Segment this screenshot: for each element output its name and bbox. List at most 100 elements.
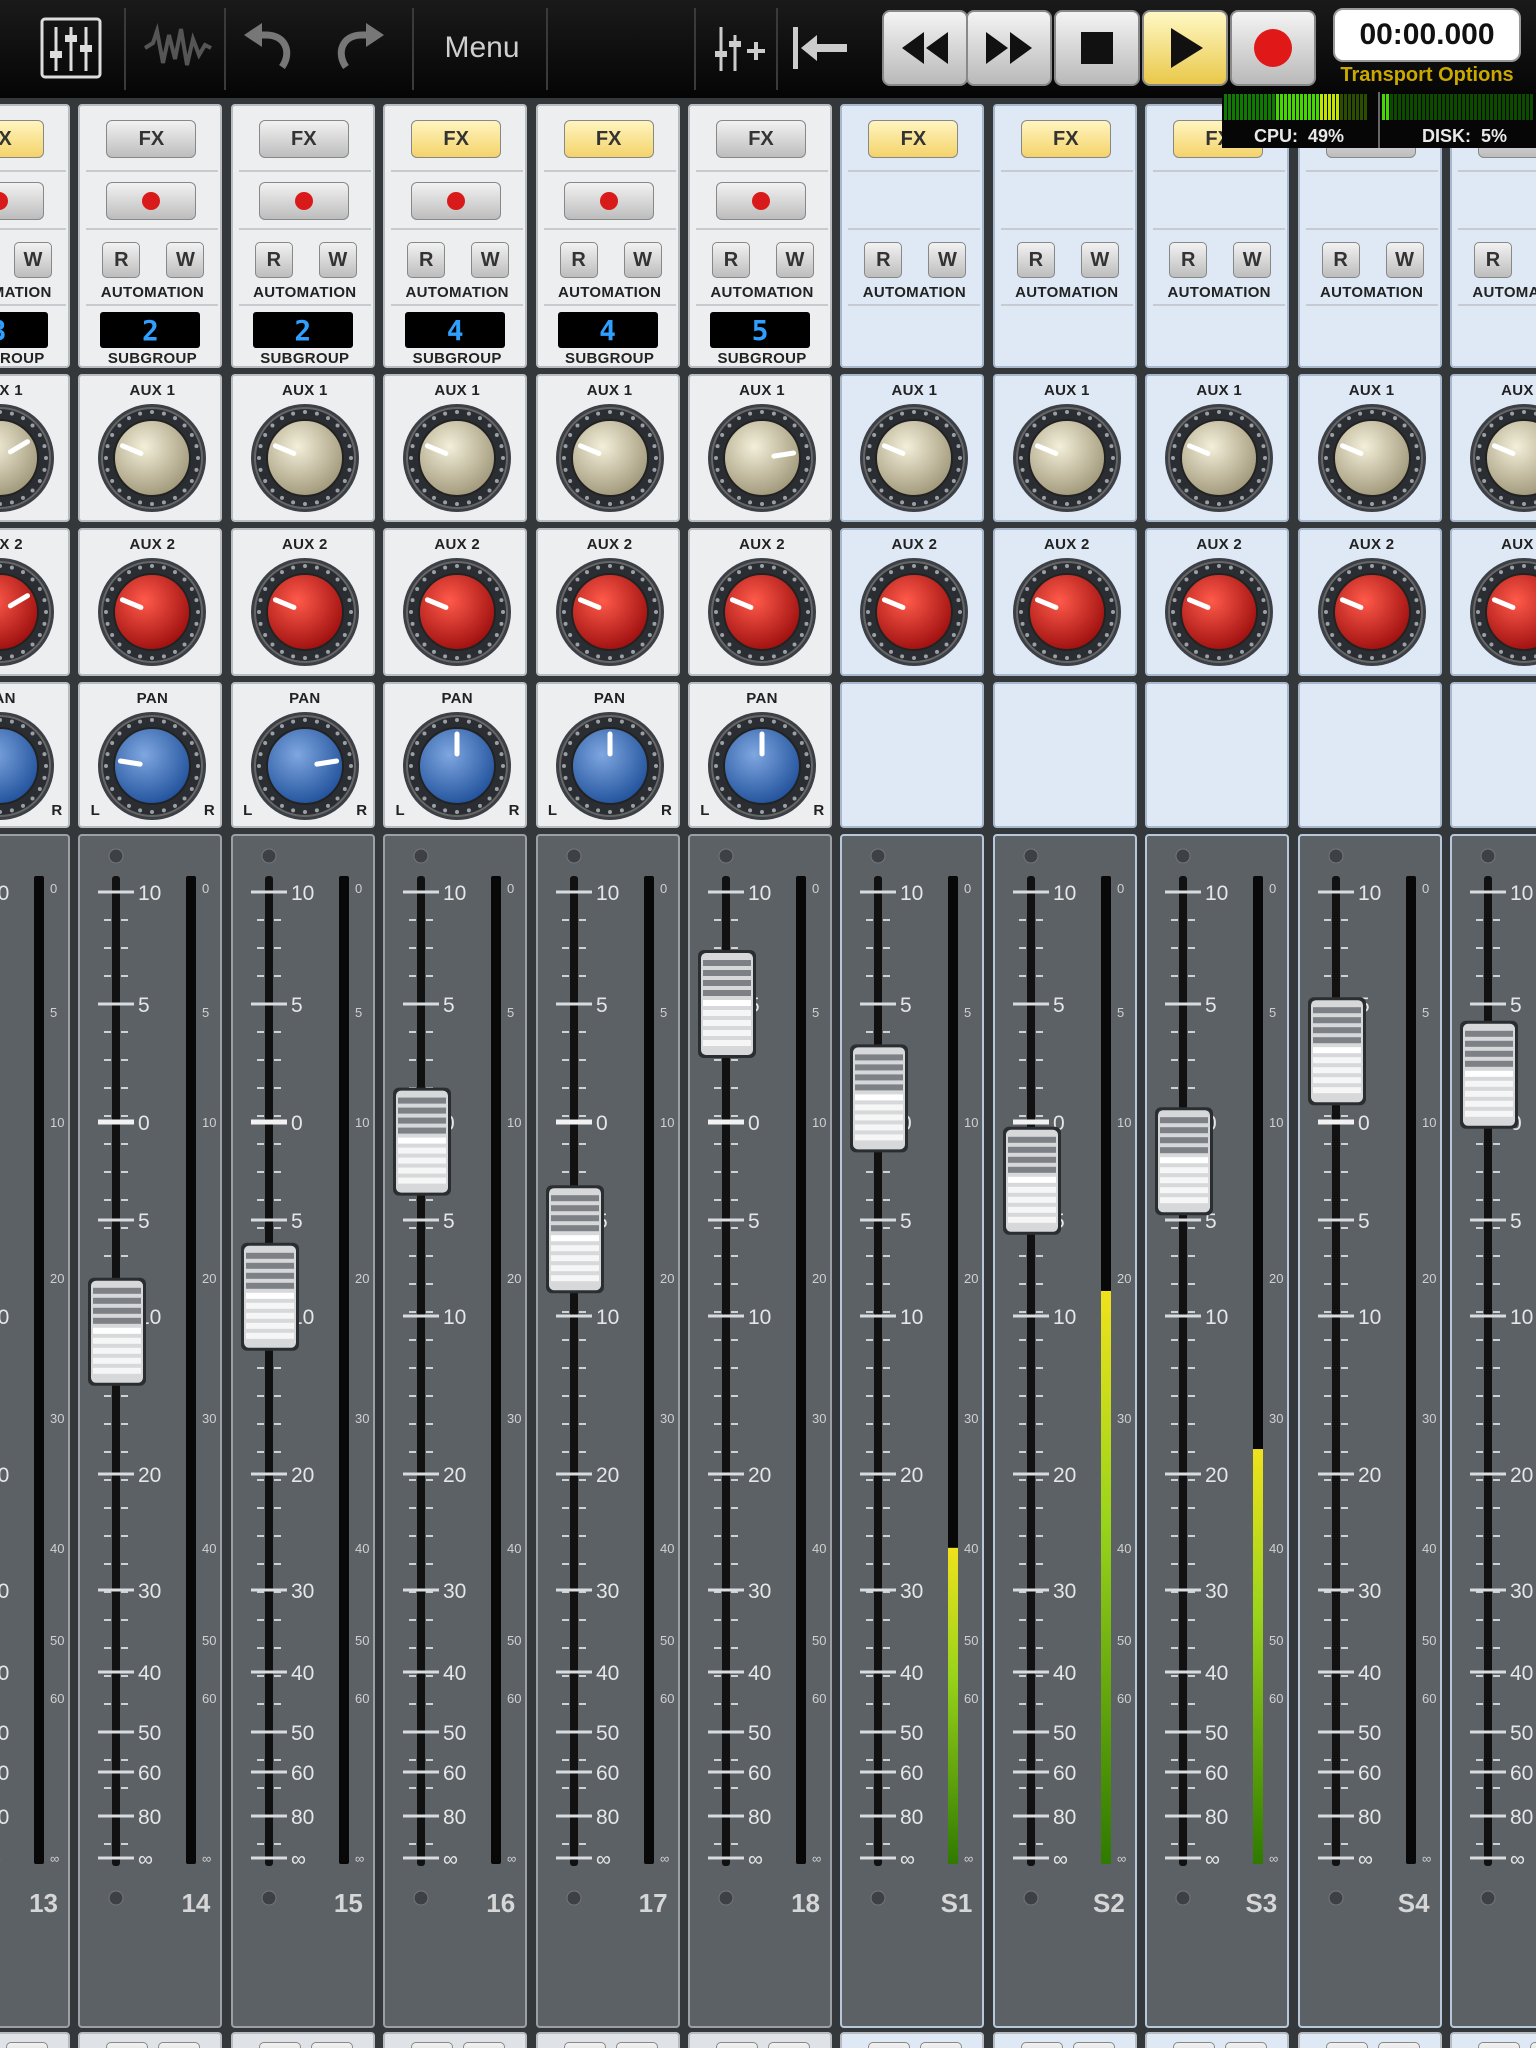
stop-button[interactable] xyxy=(1054,10,1140,86)
meter-scale-label: 20 xyxy=(1422,1271,1436,1286)
meter-scale-label: 0 xyxy=(50,881,57,896)
cpu-level-bar xyxy=(1252,94,1255,120)
mute-button[interactable]: M xyxy=(411,2042,454,2048)
fader-scale-label: 5 xyxy=(596,994,608,1017)
return-to-start-icon[interactable] xyxy=(786,6,852,90)
fader-graphic: 1050510203040506080∞05102030405060∞ xyxy=(393,848,522,1906)
fader-handle[interactable] xyxy=(850,1044,909,1153)
record-button[interactable] xyxy=(1230,10,1316,86)
mute-button[interactable]: M xyxy=(1325,2042,1368,2048)
fader-scale-label: 60 xyxy=(1358,1762,1381,1785)
disk-level-bar xyxy=(1494,94,1497,120)
cpu-label: CPU: xyxy=(1254,126,1298,146)
mute-button[interactable]: M xyxy=(258,2042,301,2048)
disk-level-bar xyxy=(1446,94,1449,120)
solo-button[interactable]: S xyxy=(6,2042,48,2048)
solo-button[interactable]: S xyxy=(310,2042,353,2048)
rewind-button[interactable] xyxy=(882,10,968,86)
disk-level-bar xyxy=(1498,94,1501,120)
disk-level-bar xyxy=(1506,94,1509,120)
disk-level-bar xyxy=(1490,94,1493,120)
fader-handle[interactable] xyxy=(545,1185,604,1294)
meter-scale-label: 30 xyxy=(50,1411,64,1426)
play-button[interactable] xyxy=(1142,10,1228,86)
waveform-icon[interactable] xyxy=(140,6,216,90)
solo-button[interactable]: S xyxy=(463,2042,506,2048)
fader-scale-label: 0 xyxy=(1358,1112,1370,1135)
fader-slot xyxy=(1179,876,1188,1866)
disk-level-bar xyxy=(1430,94,1433,120)
fader-handle[interactable] xyxy=(240,1242,299,1351)
screw-icon xyxy=(1175,1890,1191,1906)
meter-scale-label: 20 xyxy=(1269,1271,1283,1286)
cpu-level-bar xyxy=(1332,94,1335,120)
fader-scale-label: ∞ xyxy=(900,1848,915,1871)
meter-scale-label: 10 xyxy=(660,1115,674,1130)
mute-button[interactable]: M xyxy=(868,2042,911,2048)
record-icon xyxy=(1254,29,1292,67)
fader-scale-label: 10 xyxy=(1358,1306,1381,1329)
solo-button[interactable]: S xyxy=(1377,2042,1420,2048)
play-icon xyxy=(1171,28,1203,68)
screw-icon xyxy=(1480,848,1496,864)
fader-handle[interactable] xyxy=(88,1277,147,1386)
channel-strip: FXRWAUTOMATIONAUX 1AUX 21050510203040506… xyxy=(992,98,1141,2048)
channel-strip: FXRWAUTOMATIONAUX 1AUX 21050510203040506… xyxy=(840,98,988,2048)
meter-scale-label: 5 xyxy=(355,1005,362,1020)
mute-button[interactable]: M xyxy=(563,2042,606,2048)
fader-handle[interactable] xyxy=(393,1087,452,1196)
mute-button[interactable]: M xyxy=(1173,2042,1216,2048)
meter-scale-label: 40 xyxy=(355,1541,369,1556)
time-display[interactable]: 00:00.000 xyxy=(1333,8,1521,62)
fader-scale-label: 20 xyxy=(443,1464,466,1487)
fader-scale-label: 20 xyxy=(1358,1464,1381,1487)
fast-forward-button[interactable] xyxy=(966,10,1052,86)
mute-solo-panel: MS xyxy=(1145,2032,1290,2048)
solo-button[interactable]: S xyxy=(1225,2042,1268,2048)
channel-number: S1 xyxy=(940,1888,973,1918)
cpu-level-bar xyxy=(1224,94,1227,120)
mute-solo-panel: MS xyxy=(1450,2032,1536,2048)
redo-icon[interactable] xyxy=(328,6,392,90)
disk-level-bar xyxy=(1466,94,1469,120)
mute-button[interactable]: M xyxy=(716,2042,758,2048)
solo-button[interactable]: S xyxy=(615,2042,658,2048)
channel-strip: FX R W AUTOMATION 2 SUBGROUP AUX 1 AUX 2 PAN L R 10… xyxy=(78,98,226,2048)
fader-handle[interactable] xyxy=(1002,1126,1061,1235)
fader-scale-label: 5 xyxy=(1053,994,1065,1017)
mute-solo-panel: MS xyxy=(840,2032,985,2048)
meter-scale-label: 0 xyxy=(355,881,362,896)
solo-button[interactable]: S xyxy=(158,2042,201,2048)
mute-button[interactable]: M xyxy=(106,2042,149,2048)
fader-handle[interactable] xyxy=(1460,1020,1518,1129)
cpu-level-bar xyxy=(1240,94,1243,120)
fader-scale-label: 80 xyxy=(748,1806,771,1829)
fader-handle[interactable] xyxy=(698,950,756,1058)
screw-icon xyxy=(718,848,734,864)
solo-button[interactable]: S xyxy=(1072,2042,1115,2048)
fader-graphic: 1050510203040506080∞05102030405060∞ xyxy=(1002,848,1131,1906)
disk-level-bar xyxy=(1530,94,1533,120)
mixer-view-icon[interactable] xyxy=(38,6,104,90)
menu-button[interactable]: Menu xyxy=(420,6,544,90)
solo-button[interactable]: S xyxy=(1530,2042,1536,2048)
mute-button[interactable]: M xyxy=(1020,2042,1063,2048)
solo-button[interactable]: S xyxy=(920,2042,963,2048)
add-track-icon[interactable] xyxy=(708,6,770,90)
mute-solo-panel: MS xyxy=(383,2032,528,2048)
mute-button[interactable]: M xyxy=(1478,2042,1520,2048)
undo-icon[interactable] xyxy=(236,6,300,90)
stop-icon xyxy=(1081,32,1113,64)
solo-button[interactable]: S xyxy=(768,2042,810,2048)
rewind-icon xyxy=(902,32,948,64)
transport-options-link[interactable]: Transport Options xyxy=(1333,64,1521,87)
meter-scale-label: ∞ xyxy=(964,1851,973,1866)
fader-scale-label: 20 xyxy=(748,1464,771,1487)
fader-scale-label: 10 xyxy=(1053,882,1076,905)
fader-scale-label: 5 xyxy=(1358,1210,1370,1233)
fader-scale-label: 50 xyxy=(596,1722,619,1745)
fader-handle[interactable] xyxy=(1155,1107,1214,1216)
cpu-level-bar xyxy=(1340,94,1343,120)
disk-label: DISK: xyxy=(1422,126,1471,146)
fader-handle[interactable] xyxy=(1307,997,1366,1106)
